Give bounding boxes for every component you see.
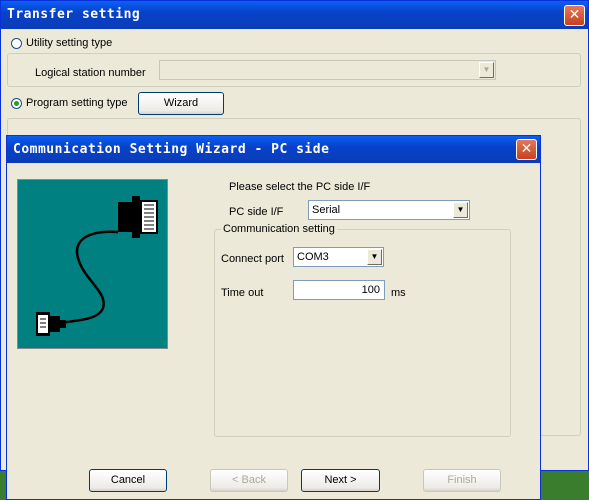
prompt-text: Please select the PC side I/F [229, 181, 371, 193]
serial-cable-icon [36, 196, 158, 336]
finish-button[interactable]: Finish [423, 469, 501, 492]
communication-wizard-window: Communication Setting Wizard - PC side ✕ [6, 135, 541, 500]
program-setting-radio[interactable] [11, 98, 22, 109]
time-out-unit: ms [391, 287, 406, 299]
cancel-button[interactable]: Cancel [89, 469, 167, 492]
window-title: Transfer setting [7, 7, 141, 22]
chevron-down-icon[interactable]: ▼ [479, 62, 494, 78]
close-icon[interactable]: ✕ [516, 139, 537, 160]
communication-setting-title: Communication setting [221, 223, 337, 235]
chevron-down-icon[interactable]: ▼ [453, 202, 468, 218]
logical-station-label: Logical station number [35, 67, 146, 79]
wizard-title: Communication Setting Wizard - PC side [13, 142, 330, 157]
next-button[interactable]: Next > [301, 469, 380, 492]
logical-station-combo[interactable]: ▼ [159, 60, 496, 80]
pc-side-if-value: Serial [312, 204, 341, 216]
time-out-input[interactable]: 100 [293, 280, 385, 300]
connect-port-label: Connect port [221, 253, 284, 265]
chevron-down-icon[interactable]: ▼ [367, 249, 382, 265]
connect-port-select[interactable]: COM3 ▼ [293, 247, 384, 267]
connect-port-value: COM3 [297, 251, 329, 263]
close-icon[interactable]: ✕ [564, 5, 585, 26]
transfer-setting-titlebar[interactable]: Transfer setting [1, 1, 588, 29]
serial-cable-picture [17, 179, 168, 349]
utility-setting-radio[interactable] [11, 38, 22, 49]
time-out-label: Time out [221, 287, 264, 299]
wizard-titlebar[interactable]: Communication Setting Wizard - PC side [7, 136, 540, 163]
program-setting-label[interactable]: Program setting type [26, 97, 128, 109]
pc-side-if-select[interactable]: Serial ▼ [308, 200, 470, 220]
wizard-button[interactable]: Wizard [138, 92, 224, 115]
utility-setting-label[interactable]: Utility setting type [26, 37, 112, 49]
back-button[interactable]: < Back [210, 469, 288, 492]
pc-side-if-label: PC side I/F [229, 206, 284, 218]
